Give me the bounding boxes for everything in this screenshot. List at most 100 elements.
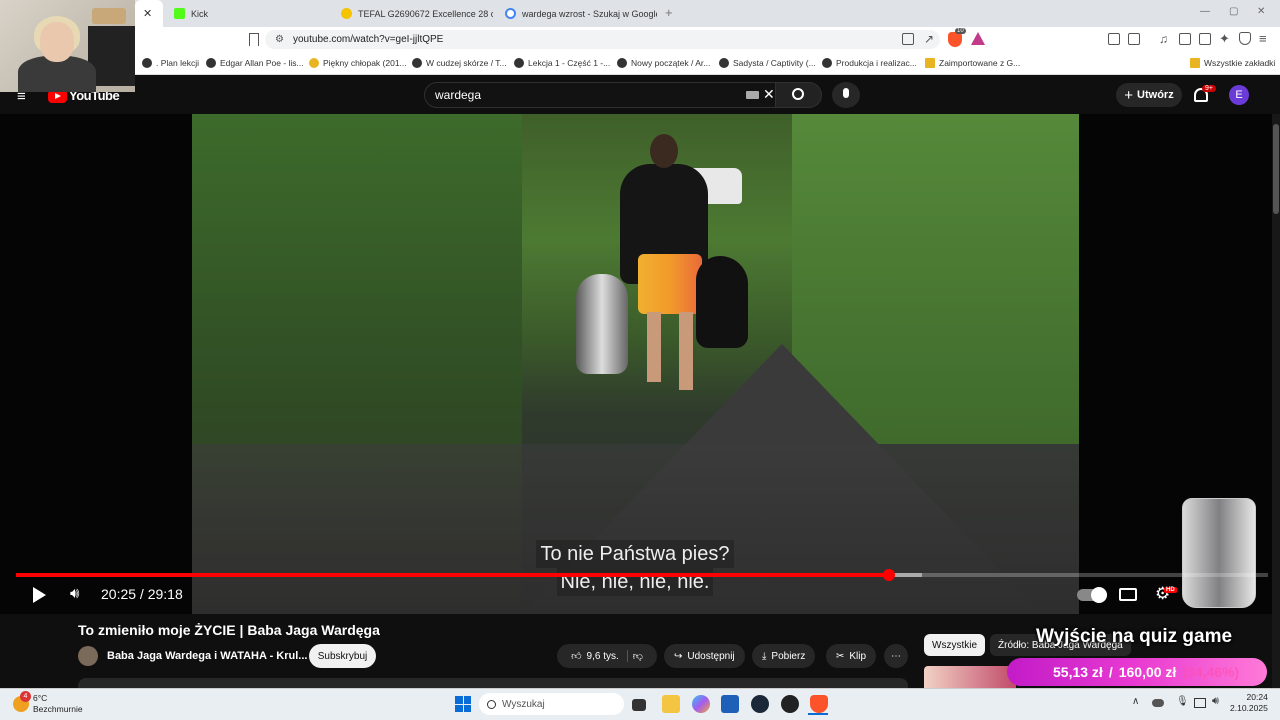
- account-avatar[interactable]: E: [1229, 85, 1249, 105]
- url-field[interactable]: ⚙ youtube.com/watch?v=geI-jjltQPE: [265, 30, 940, 49]
- close-icon[interactable]: ✕: [143, 7, 152, 20]
- system-clock[interactable]: 20:24 2.10.2025: [1230, 692, 1268, 714]
- onedrive-icon[interactable]: [1152, 699, 1164, 707]
- brave-browser-icon[interactable]: [810, 695, 828, 713]
- clock-time: 20:24: [1246, 692, 1268, 702]
- kick-icon: [174, 8, 185, 19]
- bookmark-item[interactable]: Nowy początek / Ar...: [617, 58, 710, 68]
- autoplay-knob: [1091, 587, 1107, 603]
- subscribe-button[interactable]: Subskrybuj: [309, 644, 376, 668]
- voice-search-button[interactable]: [832, 82, 860, 108]
- bookmark-item[interactable]: . Plan lekcji: [142, 58, 199, 68]
- active-app-indicator: [808, 713, 828, 715]
- copilot-icon[interactable]: [692, 695, 710, 713]
- globe-icon: [514, 58, 524, 68]
- notification-badge: 9+: [1202, 85, 1216, 92]
- channel-name[interactable]: Baba Jaga Wardega i WATAHA - Krul...: [107, 650, 307, 662]
- minimize-icon[interactable]: —: [1200, 6, 1210, 17]
- bookmark-item[interactable]: W cudzej skórze / T...: [412, 58, 507, 68]
- all-bookmarks-folder[interactable]: Wszystkie zakładki: [1190, 58, 1275, 68]
- brave-rewards-icon[interactable]: [971, 32, 985, 45]
- tab-label: TEFAL G2690672 Excellence 28 cm B...: [358, 8, 493, 19]
- bookmark-folder[interactable]: Zaimportowane z G...: [925, 58, 1020, 68]
- site-info-icon[interactable]: ⚙: [275, 34, 284, 45]
- tray-chevron-icon[interactable]: ∧: [1132, 696, 1139, 707]
- webcam-person-face: [40, 22, 74, 62]
- keyboard-icon[interactable]: [746, 91, 759, 99]
- file-explorer-icon[interactable]: [662, 695, 680, 713]
- new-tab-icon[interactable]: +: [665, 5, 673, 20]
- brave-shields-icon[interactable]: 10: [948, 28, 966, 47]
- leo-ai-icon[interactable]: ✦: [1219, 31, 1230, 47]
- mic-tray-icon[interactable]: 🎙︎: [1176, 696, 1189, 707]
- autoplay-toggle[interactable]: [1077, 587, 1107, 603]
- search-input[interactable]: wardega ✕: [424, 82, 776, 108]
- related-video-thumbnail[interactable]: [924, 666, 1016, 688]
- url-text: youtube.com/watch?v=geI-jjltQPE: [293, 34, 444, 45]
- bookmark-item[interactable]: Sadysta / Captivity (...: [719, 58, 816, 68]
- person-leg: [679, 312, 693, 390]
- channel-avatar[interactable]: [78, 646, 98, 666]
- active-tab[interactable]: ✕: [135, 0, 163, 27]
- black-dog: [696, 256, 748, 348]
- bookmark-item[interactable]: Edgar Allan Poe - lis...: [206, 58, 304, 68]
- tab-tefal[interactable]: TEFAL G2690672 Excellence 28 cm B...: [333, 0, 493, 27]
- glass-overlay-image: [1182, 498, 1256, 608]
- search-button[interactable]: [776, 82, 822, 108]
- close-window-icon[interactable]: ✕: [1257, 6, 1265, 17]
- subtitles-icon[interactable]: [1119, 588, 1137, 601]
- share-button[interactable]: ↪ Udostępnij: [664, 644, 745, 668]
- extensions-icon[interactable]: [1108, 33, 1120, 45]
- tab-kick[interactable]: Kick: [166, 0, 331, 27]
- reading-list-icon[interactable]: [1128, 33, 1140, 45]
- download-label: Pobierz: [771, 650, 806, 662]
- weather-widget[interactable]: 6°C Bezchmurnie: [33, 693, 83, 715]
- bookmark-icon[interactable]: [249, 33, 259, 46]
- page-scrollbar[interactable]: [1272, 114, 1280, 688]
- donation-current: 55,13 zł: [1053, 664, 1103, 680]
- play-icon[interactable]: [33, 587, 46, 603]
- vpn-icon[interactable]: [1239, 32, 1251, 45]
- person-head: [650, 134, 678, 168]
- dislike-button[interactable]: 👎︎: [633, 650, 643, 662]
- more-actions-button[interactable]: ⋯: [884, 644, 908, 668]
- menu-icon[interactable]: ≡: [1259, 31, 1267, 46]
- clip-button[interactable]: ✂ Klip: [826, 644, 877, 668]
- tab-label: Kick: [191, 8, 209, 19]
- sidebar-icon[interactable]: [1179, 33, 1191, 45]
- more-dots-icon: ⋯: [891, 650, 901, 662]
- windows-start-icon[interactable]: [455, 696, 471, 712]
- weather-badge: 4: [20, 691, 31, 702]
- speaker-icon[interactable]: 🔊︎: [1212, 695, 1219, 708]
- network-icon[interactable]: [1194, 698, 1206, 708]
- video-frame[interactable]: [192, 114, 1079, 614]
- subtitles: To nie Państwa pies? Nie, nie, nie, nie.: [500, 540, 770, 596]
- like-button[interactable]: 👍︎ 9,6 tys.: [571, 650, 628, 662]
- bookmark-item[interactable]: Lekcja 1 - Część 1 -...: [514, 58, 610, 68]
- tab-google[interactable]: wardega wzrost - Szukaj w Google: [497, 0, 657, 27]
- steam-icon[interactable]: [751, 695, 769, 713]
- description-box[interactable]: [78, 678, 908, 688]
- maximize-icon[interactable]: ▢: [1229, 6, 1238, 17]
- store-icon[interactable]: [721, 695, 739, 713]
- share-icon[interactable]: ↗: [924, 32, 934, 46]
- cast-icon[interactable]: [902, 33, 914, 45]
- clear-search-icon[interactable]: ✕: [763, 86, 775, 103]
- shields-badge: 10: [955, 28, 966, 34]
- scrollbar-thumb[interactable]: [1273, 124, 1279, 214]
- create-button[interactable]: + Utwórz: [1116, 83, 1182, 107]
- music-icon[interactable]: ♫: [1159, 32, 1168, 46]
- bookmark-item[interactable]: Piękny chłopak (201...: [309, 58, 407, 68]
- tefal-icon: [341, 8, 352, 19]
- taskbar-search[interactable]: Wyszukaj: [479, 693, 624, 715]
- webcam-speaker: [92, 8, 126, 24]
- chip-all[interactable]: Wszystkie: [924, 634, 985, 656]
- download-button[interactable]: ⤓ Pobierz: [752, 644, 816, 668]
- like-count: 9,6 tys.: [586, 650, 619, 662]
- volume-icon[interactable]: 🔊︎: [70, 585, 79, 602]
- wallet-icon[interactable]: [1199, 33, 1211, 45]
- bookmark-item[interactable]: Produkcja i realizac...: [822, 58, 917, 68]
- search-icon: [487, 699, 496, 709]
- task-view-icon[interactable]: [632, 699, 646, 711]
- app-icon[interactable]: [781, 695, 799, 713]
